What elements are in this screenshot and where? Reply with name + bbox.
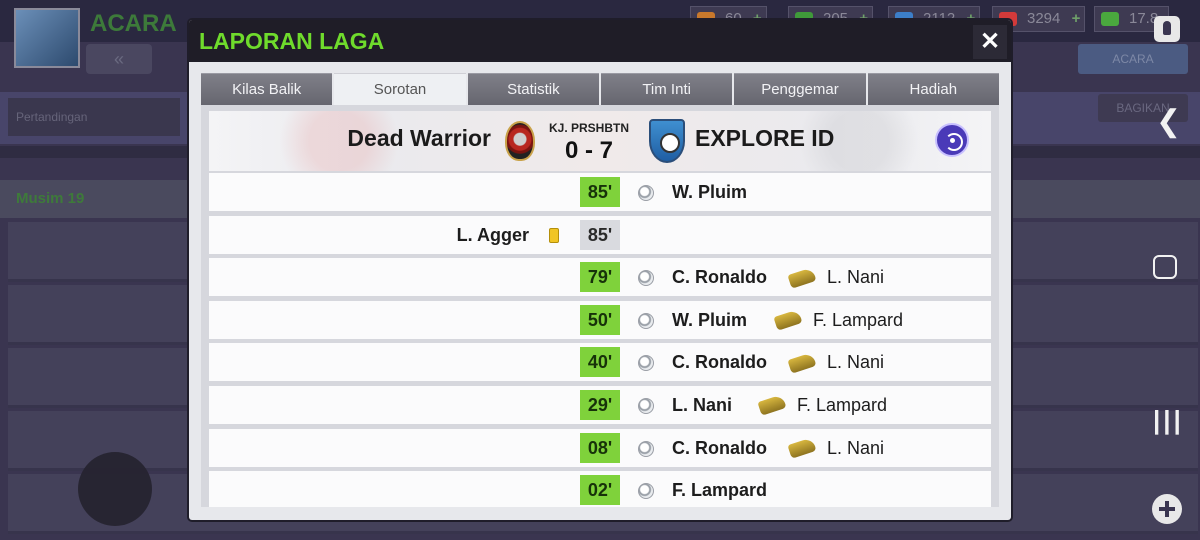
event-minute: 08' (580, 432, 620, 463)
event-minute: 02' (580, 475, 620, 506)
assist-boot-icon (773, 309, 803, 331)
yellow-card-icon (549, 227, 559, 243)
event-row: 08' C. Ronaldo L. Nani (209, 428, 991, 467)
home-team-crest-icon (505, 121, 535, 161)
event-minute: 85' (580, 219, 620, 250)
final-score: 0 - 7 (564, 137, 614, 164)
tab-lineup[interactable]: Tim Inti (600, 73, 733, 105)
assist-group: F. Lampard (773, 309, 904, 331)
assist-player: L. Nani (827, 352, 885, 373)
event-row: 02' F. Lampard (209, 471, 991, 507)
event-minute: 40' (580, 347, 620, 378)
competition-label: KJ. PRSHBTN (549, 121, 630, 135)
goal-scorer: C. Ronaldo (672, 437, 767, 458)
plus-icon[interactable]: + (1072, 7, 1081, 31)
goal-ball-icon (638, 397, 654, 414)
match-report-dialog: LAPORAN LAGA ✕ Kilas Balik Sorotan Stati… (189, 20, 1011, 520)
goal-ball-icon (638, 185, 654, 201)
event-row: 29' L. Nani F. Lampard (209, 385, 991, 424)
goal-scorer: W. Pluim (672, 309, 748, 330)
assist-group: L. Nani (787, 267, 885, 289)
virtual-joystick[interactable] (78, 452, 152, 526)
assist-player: L. Nani (827, 267, 885, 288)
scoreboard: Dead Warrior KJ. PRSHBTN 0 - 7 EXPLORE I… (209, 111, 991, 171)
goal-ball-icon (638, 440, 654, 457)
assist-boot-icon (757, 394, 787, 417)
booked-player: L. Agger (456, 224, 529, 245)
assist-boot-icon (787, 267, 817, 289)
event-row: 40' C. Ronaldo L. Nani (209, 343, 991, 382)
assist-boot-icon (787, 352, 817, 374)
event-list: 85' W. Pluim L. Agger 85' 79' C. Ronaldo… (209, 173, 991, 507)
screen-title: ACARA (90, 10, 177, 37)
assist-player: L. Nani (827, 437, 885, 458)
goal-scorer: F. Lampard (672, 480, 768, 501)
club-logo (14, 8, 80, 68)
away-team-crest-icon (649, 119, 685, 163)
tab-flashback[interactable]: Kilas Balik (201, 73, 333, 105)
assist-group: L. Nani (787, 437, 885, 459)
assist-player: F. Lampard (797, 394, 888, 415)
tab-bar: Kilas Balik Sorotan Statistik Tim Inti P… (201, 73, 999, 105)
goal-scorer: C. Ronaldo (672, 267, 767, 288)
section-label: Pertandingan (8, 98, 180, 136)
assist-player: F. Lampard (813, 309, 904, 330)
event-row: 79' C. Ronaldo L. Nani (209, 258, 991, 297)
dialog-title: LAPORAN LAGA (199, 28, 385, 54)
goal-ball-icon (638, 270, 654, 287)
event-minute: 79' (580, 262, 620, 293)
goal-ball-icon (638, 355, 654, 372)
event-minute: 85' (580, 177, 620, 207)
resource-value: 3294 (1027, 10, 1061, 27)
goal-ball-icon (638, 312, 654, 329)
assist-boot-icon (787, 437, 817, 459)
event-minute: 29' (580, 389, 620, 420)
nav-home-icon[interactable] (1153, 255, 1177, 279)
event-row: 50' W. Pluim F. Lampard (209, 300, 991, 339)
event-button[interactable]: ACARA (1078, 44, 1188, 74)
assist-group: F. Lampard (757, 394, 888, 417)
event-row: L. Agger 85' (209, 215, 991, 254)
switch-view-button[interactable] (935, 123, 969, 157)
goal-scorer: L. Nani (672, 394, 733, 415)
home-team-name: Dead Warrior (347, 125, 491, 151)
close-button[interactable]: ✕ (973, 25, 1007, 59)
game-tools-icon[interactable] (1152, 494, 1182, 524)
nav-back-icon[interactable]: ❮ (1156, 104, 1181, 139)
nav-recents-icon[interactable]: ||| (1153, 405, 1184, 436)
assist-group: L. Nani (787, 352, 885, 374)
tab-statistics[interactable]: Statistik (467, 73, 599, 105)
tab-highlights[interactable]: Sorotan (334, 73, 466, 105)
touch-assist-icon[interactable] (1154, 16, 1180, 42)
dialog-header: LAPORAN LAGA ✕ (189, 20, 1011, 62)
tab-rewards[interactable]: Hadiah (867, 73, 999, 105)
tab-fans[interactable]: Penggemar (734, 73, 866, 105)
goal-scorer: W. Pluim (672, 182, 748, 202)
away-team-name: EXPLORE ID (695, 125, 835, 151)
back-button[interactable]: « (86, 44, 152, 74)
event-minute: 50' (580, 304, 620, 335)
event-row: 85' W. Pluim (209, 173, 991, 211)
goal-ball-icon (638, 483, 654, 500)
highlights-panel: Dead Warrior KJ. PRSHBTN 0 - 7 EXPLORE I… (201, 105, 999, 507)
money-icon (1101, 12, 1119, 26)
goal-scorer: C. Ronaldo (672, 352, 767, 373)
